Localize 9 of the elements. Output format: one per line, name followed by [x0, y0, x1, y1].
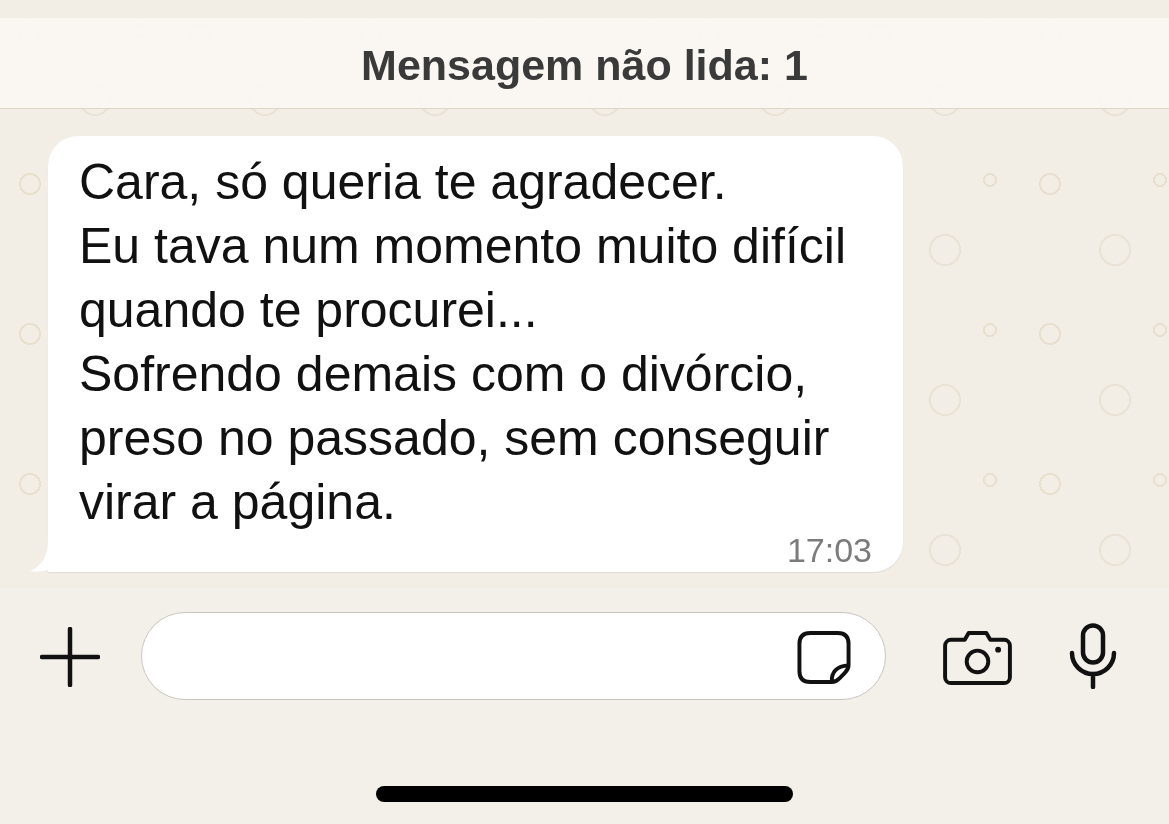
unread-messages-text: Mensagem não lida: 1	[361, 40, 808, 91]
sticker-icon[interactable]	[796, 629, 852, 685]
plus-icon[interactable]	[40, 627, 100, 687]
camera-icon[interactable]	[943, 629, 1012, 685]
message-time: 17:03	[786, 534, 872, 566]
message-text: Cara, só queria te agradecer.	[79, 153, 727, 212]
message-text: Eu tava num momento muito difícil quando te procurei...	[79, 217, 847, 340]
microphone-icon[interactable]	[1068, 623, 1118, 689]
message-text: Sofrendo demais com o divórcio, preso no passado, sem conseguir virar a página.	[79, 345, 831, 532]
